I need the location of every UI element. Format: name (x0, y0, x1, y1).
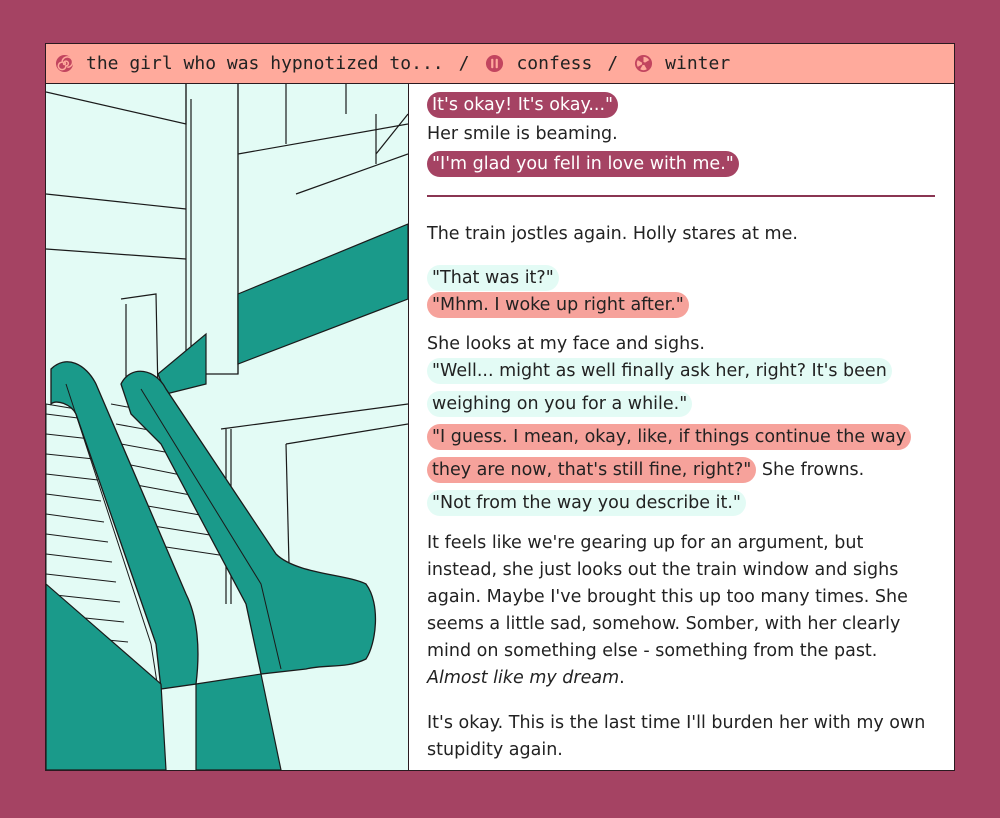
radiation-icon (635, 54, 653, 73)
section-divider (427, 195, 935, 197)
narration: Her smile is beaming. (427, 124, 618, 144)
narration: The train jostles again. Holly stares at… (427, 224, 798, 244)
inner-voice-dialogue: "Not from the way you describe it." (427, 490, 746, 516)
breadcrumb-item-chapter[interactable]: confess (485, 53, 592, 74)
holly-dialogue: "I'm glad you fell in love with me." (427, 151, 739, 177)
inner-voice-dialogue: "Well... might as well finally ask her, … (427, 358, 892, 417)
spiral-icon (55, 54, 74, 73)
narration: She looks at my face and sighs. (427, 334, 705, 354)
breadcrumb-separator: / (607, 53, 619, 74)
escalator-illustration (46, 84, 409, 770)
my-dialogue: "Mhm. I woke up right after." (427, 292, 689, 318)
breadcrumb: the girl who was hypnotized to... / conf… (46, 44, 954, 84)
holly-dialogue: It's okay! It's okay..." (427, 92, 619, 118)
escalator-drawing (46, 84, 408, 770)
story-text: It's okay! It's okay..." Her smile is be… (409, 84, 954, 770)
inner-voice-dialogue: "That was it?" (427, 265, 559, 291)
narration-paragraph: It feels like we're gearing up for an ar… (427, 533, 908, 688)
narration-paragraph: It's okay. This is the last time I'll bu… (427, 713, 926, 760)
breadcrumb-item-section[interactable]: winter (634, 53, 730, 74)
breadcrumb-item-story[interactable]: the girl who was hypnotized to... (55, 53, 444, 74)
reader-window: the girl who was hypnotized to... / conf… (45, 43, 955, 771)
breadcrumb-separator: / (458, 53, 470, 74)
pause-icon (486, 54, 504, 73)
narration: She frowns. (756, 460, 865, 480)
emphasis: Almost like my dream (427, 668, 620, 688)
